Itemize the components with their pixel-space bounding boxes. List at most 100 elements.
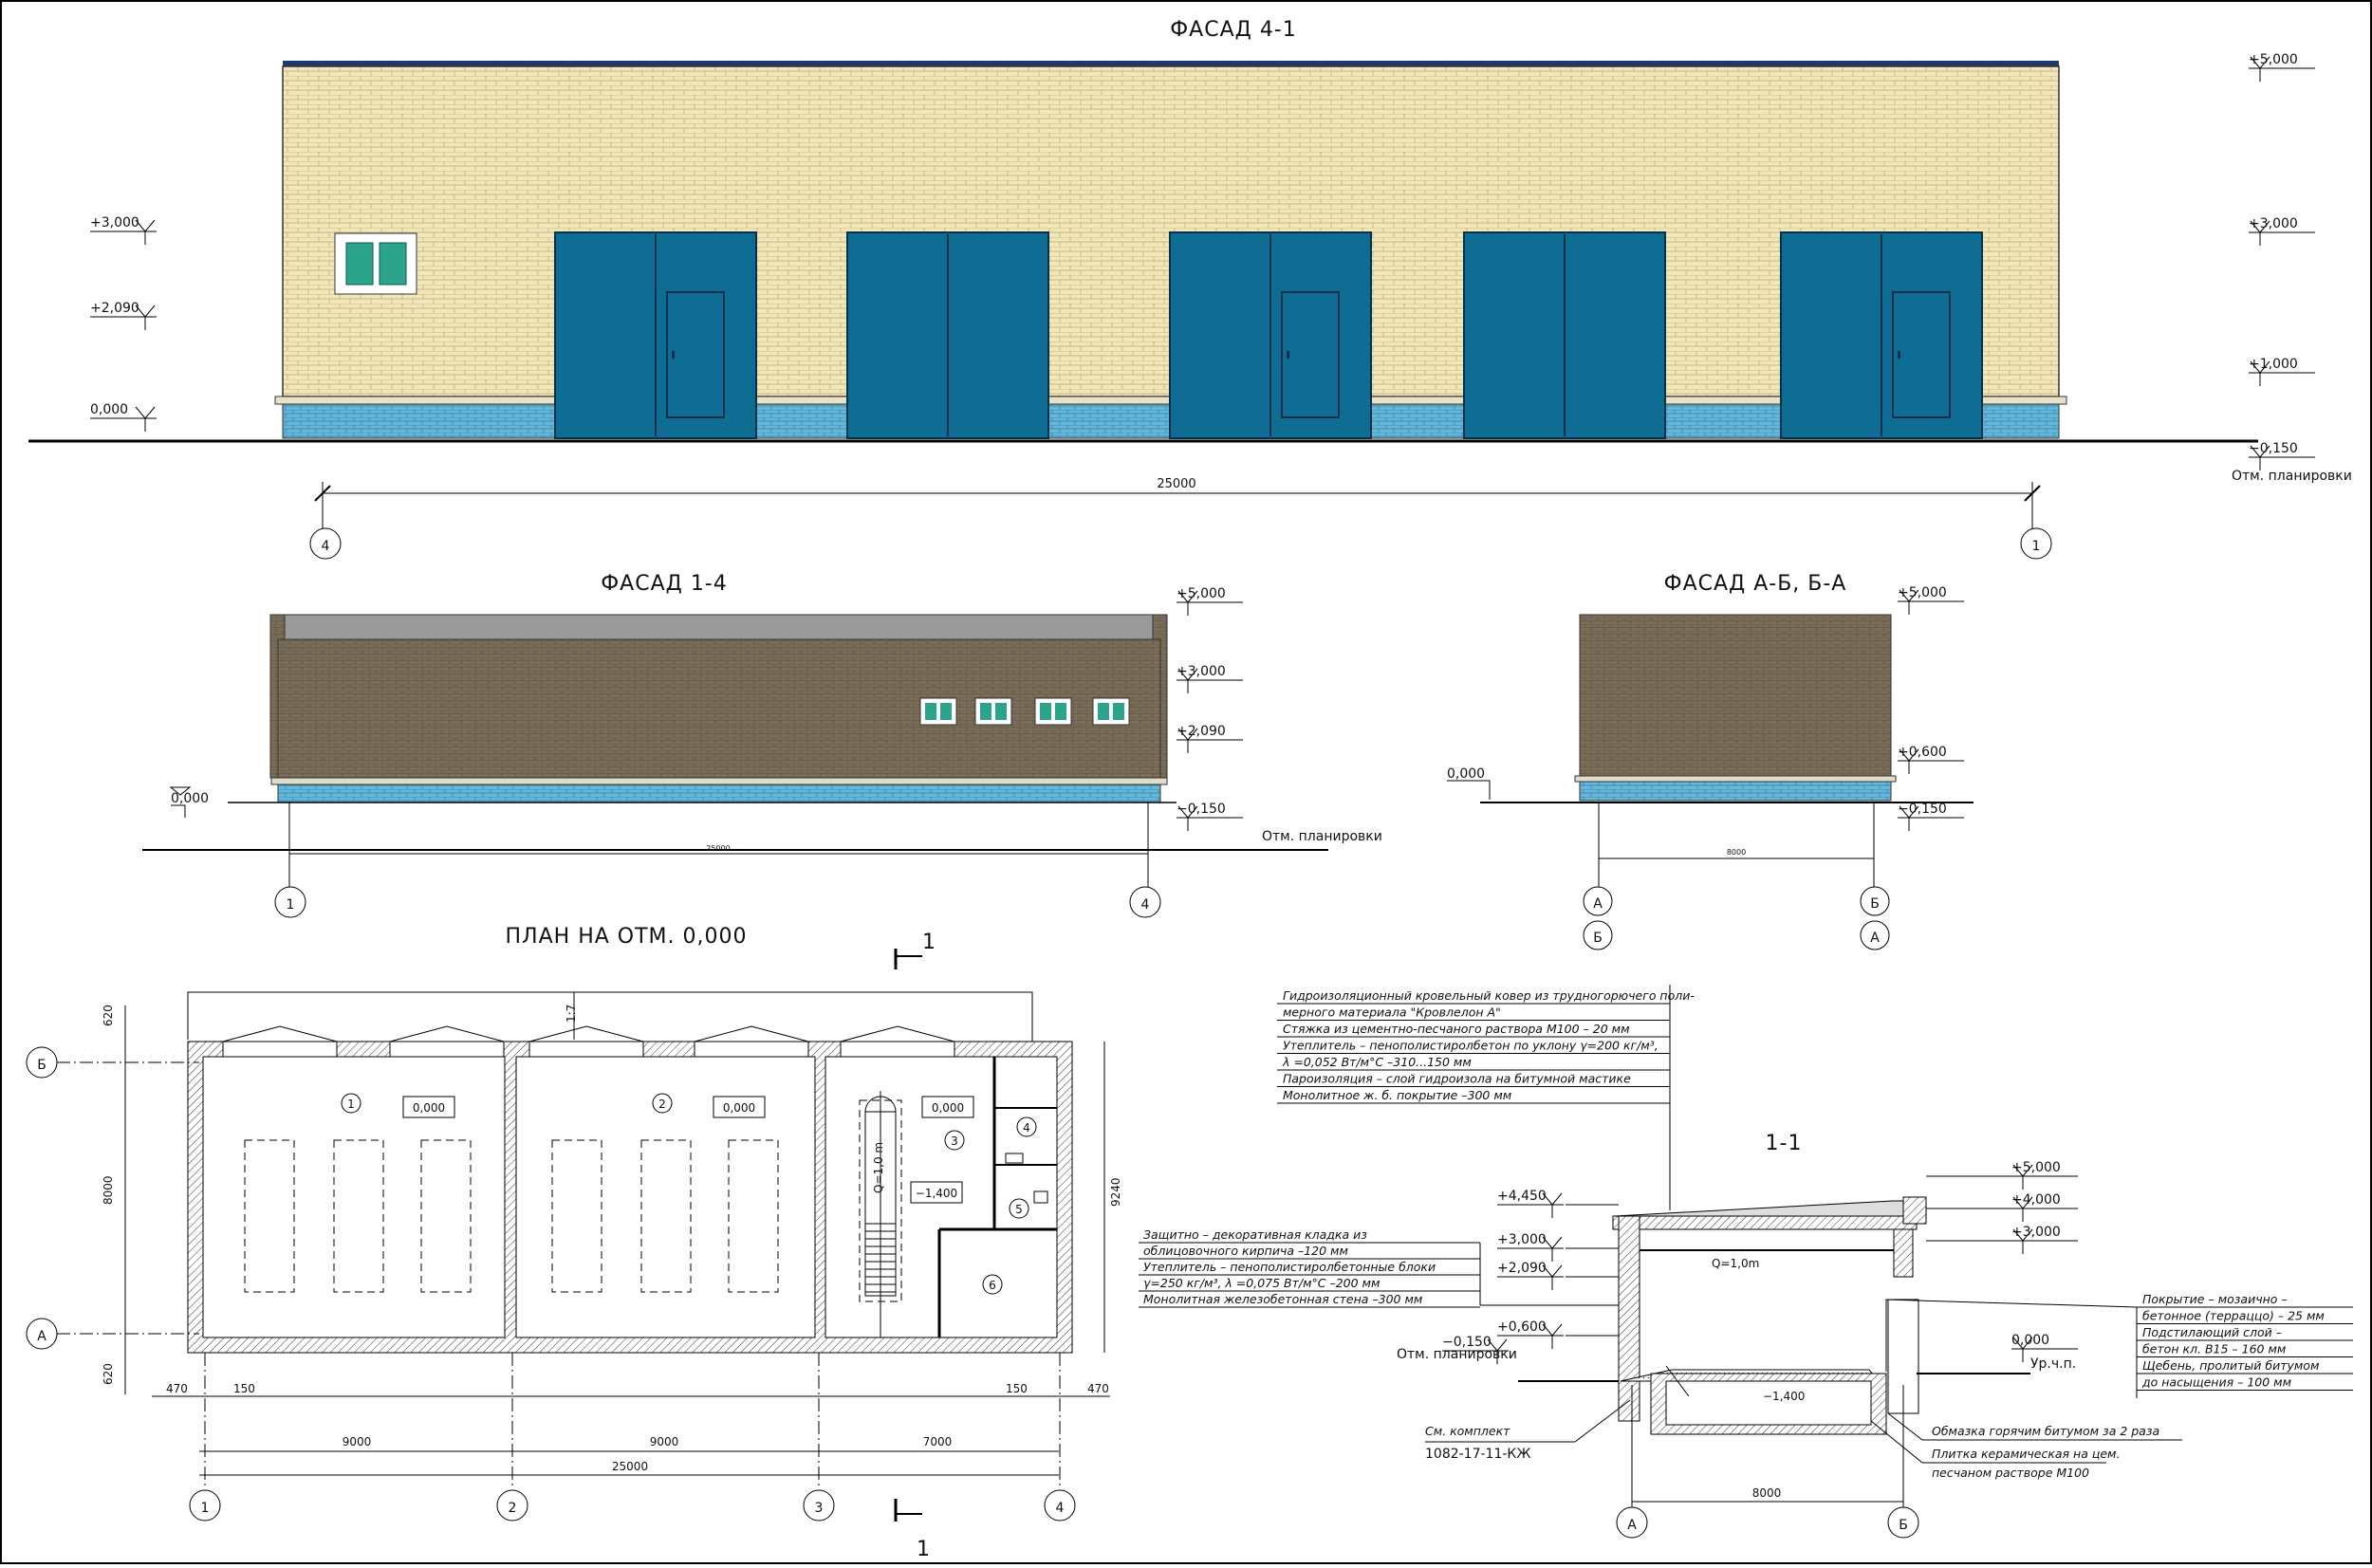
wall-layer-text: облицовочного кирпича –120 мм bbox=[1143, 1244, 1348, 1258]
f14-level-5000-label: +5,000 bbox=[1177, 586, 1226, 601]
roof-layer-text: Монолитное ж. б. покрытие –300 мм bbox=[1283, 1088, 1511, 1102]
drawing-sheet: ФАСАД 4-1 +3,000 +2,090 0,000 +5,000 +3,000 +… bbox=[0, 0, 2372, 1564]
facade-a-b-plinth bbox=[1579, 781, 1892, 802]
f14-level-2090-label: +2,090 bbox=[1177, 724, 1226, 739]
plan-section-mark-top: 1 bbox=[922, 931, 936, 954]
gate-3 bbox=[1169, 231, 1372, 439]
section-axis-b: Б bbox=[1899, 1518, 1908, 1533]
level-r-0150: −0,150 bbox=[2249, 441, 2315, 470]
room-level-tag: 0,000 bbox=[413, 1101, 445, 1115]
level-l-3000: +3,000 bbox=[90, 215, 157, 245]
sec-level-2090-label: +2,090 bbox=[1497, 1261, 1547, 1276]
wicket-door bbox=[1281, 291, 1340, 418]
gate-1 bbox=[554, 231, 757, 439]
plan-pit-level: −1,400 bbox=[916, 1187, 957, 1200]
room-level-tag: 0,000 bbox=[723, 1101, 755, 1115]
level-l-2090: +2,090 bbox=[90, 301, 157, 330]
facade-1-4-level-left: 0,000 bbox=[171, 791, 209, 806]
section-crane: Q=1,0m bbox=[1712, 1257, 1759, 1270]
level-l-0000: 0,000 bbox=[90, 402, 157, 432]
sec-level-0000-label: 0,000 bbox=[2011, 1333, 2049, 1348]
facade-a-b-axis-bottom-right: А bbox=[1870, 931, 1880, 946]
gate-2 bbox=[846, 231, 1049, 439]
sec-level-4000: +4,000 bbox=[2011, 1192, 2078, 1222]
plan-dim-v4: 9240 bbox=[1109, 1177, 1122, 1207]
wicket-door bbox=[1892, 291, 1951, 418]
floor-layer-text: бетонное (терраццо) – 25 мм bbox=[2142, 1309, 2325, 1323]
facade-1-4-plinth bbox=[277, 784, 1161, 803]
sec-level-4450: +4,450 bbox=[1497, 1189, 1564, 1218]
floor-layer-text: Покрытие – мозаично – bbox=[2142, 1292, 2288, 1306]
roof-layer-text: Гидроизоляционный кровельный ковер из тр… bbox=[1283, 988, 1695, 1003]
plan-dim-470-right: 470 bbox=[1087, 1382, 1109, 1395]
wall-layer-text: γ=250 кг/м³, λ =0,075 Вт/м°С –200 мм bbox=[1143, 1276, 1380, 1290]
facade-a-b-title: ФАСАД А-Б, Б-А bbox=[1664, 572, 1847, 596]
facade-1-4-parapet bbox=[269, 614, 1168, 640]
roof-layer-text: λ =0,052 Вт/м°С –310...150 мм bbox=[1282, 1055, 1472, 1069]
level-l-0000-label: 0,000 bbox=[90, 402, 128, 417]
section-note-tile-2: песчаном растворе М100 bbox=[1932, 1466, 2089, 1480]
facade-4-1-dimension: 25000 bbox=[1157, 477, 1195, 491]
facade-4-1-grade-label: Отм. планировки bbox=[2232, 469, 2352, 484]
wall-layer-text: Защитно – декоративная кладка из bbox=[1143, 1227, 1367, 1242]
facade-a-b-axis-top-left: А bbox=[1593, 896, 1603, 912]
plan-dim-9000-a: 9000 bbox=[343, 1435, 372, 1448]
plan-section-mark-bottom: 1 bbox=[917, 1538, 931, 1561]
section-left-wall bbox=[1618, 1215, 1640, 1422]
f14-level-3000-label: +3,000 bbox=[1177, 664, 1226, 679]
section-dimension: 8000 bbox=[1752, 1486, 1782, 1500]
gate-4 bbox=[1463, 231, 1666, 439]
section-title: 1-1 bbox=[1766, 1132, 1803, 1155]
section-ref-1: См. комплект bbox=[1425, 1424, 1510, 1438]
roof-layer-text: Утеплитель – пенополистиролбетон по укло… bbox=[1283, 1039, 1659, 1053]
sec-level-3000-r-label: +3,000 bbox=[2011, 1225, 2061, 1240]
facade-a-b-axis-top-right: Б bbox=[1870, 896, 1880, 912]
f14-level-0150: −0,150 bbox=[1177, 802, 1243, 831]
plan-axis-a: А bbox=[37, 1329, 46, 1344]
room-number: 3 bbox=[951, 1134, 958, 1148]
room-number: 1 bbox=[347, 1098, 355, 1111]
facade-4-1-axis-left-label: 4 bbox=[322, 539, 330, 554]
floor-layer-text: Подстилающий слой – bbox=[2142, 1325, 2282, 1339]
roof-layer-text: Пароизоляция – слой гидроизола на битумн… bbox=[1283, 1072, 1631, 1086]
plan-dim-v3: 620 bbox=[102, 1363, 115, 1385]
sec-level-5000: +5,000 bbox=[2011, 1160, 2078, 1190]
plan-dim-v2: 8000 bbox=[102, 1175, 115, 1205]
facade-a-b-dimension: 8000 bbox=[1727, 848, 1746, 857]
fab-level-0150: −0,150 bbox=[1898, 802, 1964, 831]
plan-title: ПЛАН НА ОТМ. 0,000 bbox=[506, 925, 748, 949]
sec-level-3000-label: +3,000 bbox=[1497, 1232, 1547, 1247]
facade-1-4-window-3 bbox=[1034, 697, 1072, 726]
facade-1-4-title: ФАСАД 1-4 bbox=[601, 572, 728, 596]
facade-1-4-grade-label: Отм. планировки bbox=[1262, 829, 1382, 844]
facade-1-4-axis-right: 4 bbox=[1141, 897, 1150, 913]
plan-dim-150-left: 150 bbox=[233, 1382, 255, 1395]
facade-a-b-wall bbox=[1579, 614, 1892, 777]
plan-axis-col: 1 bbox=[201, 1501, 210, 1516]
level-l-3000-label: +3,000 bbox=[90, 215, 139, 231]
fab-level-0600-label: +0,600 bbox=[1898, 745, 1947, 760]
level-r-1000: +1,000 bbox=[2249, 357, 2315, 386]
sec-level-4000-label: +4,000 bbox=[2011, 1192, 2061, 1208]
facade-1-4-wall bbox=[277, 638, 1161, 779]
facade-1-4-window-1 bbox=[919, 697, 957, 726]
facade-1-4-window-4 bbox=[1092, 697, 1130, 726]
fab-level-0600: +0,600 bbox=[1898, 745, 1964, 774]
room-number: 4 bbox=[1023, 1121, 1030, 1134]
f14-level-2090: +2,090 bbox=[1177, 724, 1243, 753]
plan-axis-col: 4 bbox=[1056, 1501, 1065, 1516]
floor-plan: ПЛАН НА ОТМ. 0,000 1 1 1:7 Q=1,0 m −1,40… bbox=[26, 925, 1122, 1561]
level-r-0150-label: −0,150 bbox=[2249, 441, 2298, 456]
level-r-1000-label: +1,000 bbox=[2249, 357, 2298, 372]
floor-layer-text: до насыщения – 100 мм bbox=[2141, 1375, 2291, 1390]
sec-level-3000: +3,000 bbox=[1497, 1232, 1564, 1262]
section-grade-label: Отм. планировки bbox=[1397, 1347, 1517, 1362]
facade-1-4: ФАСАД 1-4 +5,000 +3,000 +2,090 −0,150 0,000… bbox=[142, 572, 1382, 918]
section-ref-2: 1082-17-11-КЖ bbox=[1425, 1447, 1530, 1462]
sec-level-4450-label: +4,450 bbox=[1497, 1189, 1547, 1204]
level-r-3000-label: +3,000 bbox=[2249, 216, 2298, 231]
gate-5 bbox=[1780, 231, 1983, 439]
level-r-5000: +5,000 bbox=[2249, 52, 2315, 82]
section-axis-a: А bbox=[1627, 1518, 1637, 1533]
facade-a-b-axis-bottom-left: Б bbox=[1593, 931, 1603, 946]
